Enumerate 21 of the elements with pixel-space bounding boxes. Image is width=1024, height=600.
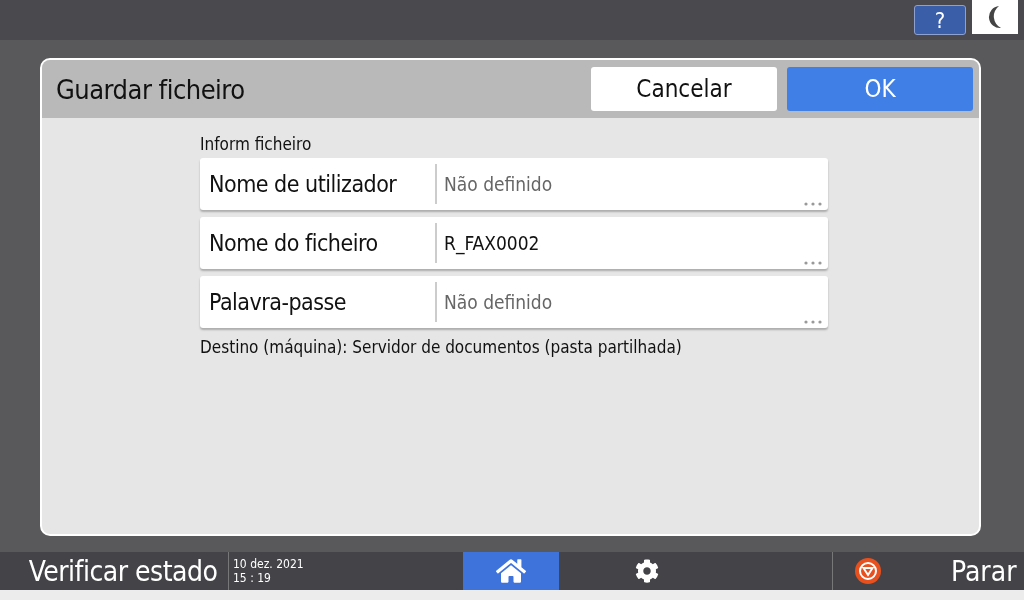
stop-button[interactable]: Parar [951,554,1017,588]
section-label: Inform ficheiro [200,134,313,154]
home-icon [496,556,526,586]
help-button[interactable]: ? [914,5,966,35]
more-icon [804,202,822,206]
time-text: 15 : 19 [233,571,272,585]
cancel-button[interactable]: Cancelar [591,67,777,111]
destination-text: Destino (máquina): Servidor de documentos (pasta partilhada) [200,337,683,357]
date-text: 10 dez. 2021 [233,557,305,571]
stop-icon[interactable] [855,558,881,584]
more-icon [804,320,822,324]
settings-icon [635,559,659,583]
input-field[interactable]: Nome do ficheiro R_FAX0002 [200,217,828,269]
input-field[interactable]: Nome de utilizador Não definido [200,158,828,210]
sleep-button[interactable] [972,0,1018,34]
ok-button[interactable]: OK [787,67,973,111]
check-status-button[interactable]: Verificar estado [0,552,228,590]
home-tab[interactable] [463,552,559,590]
dialog-title: Guardar ficheiro [56,73,246,105]
more-icon [804,261,822,265]
input-field[interactable]: Palavra-passe Não definido [200,276,828,328]
